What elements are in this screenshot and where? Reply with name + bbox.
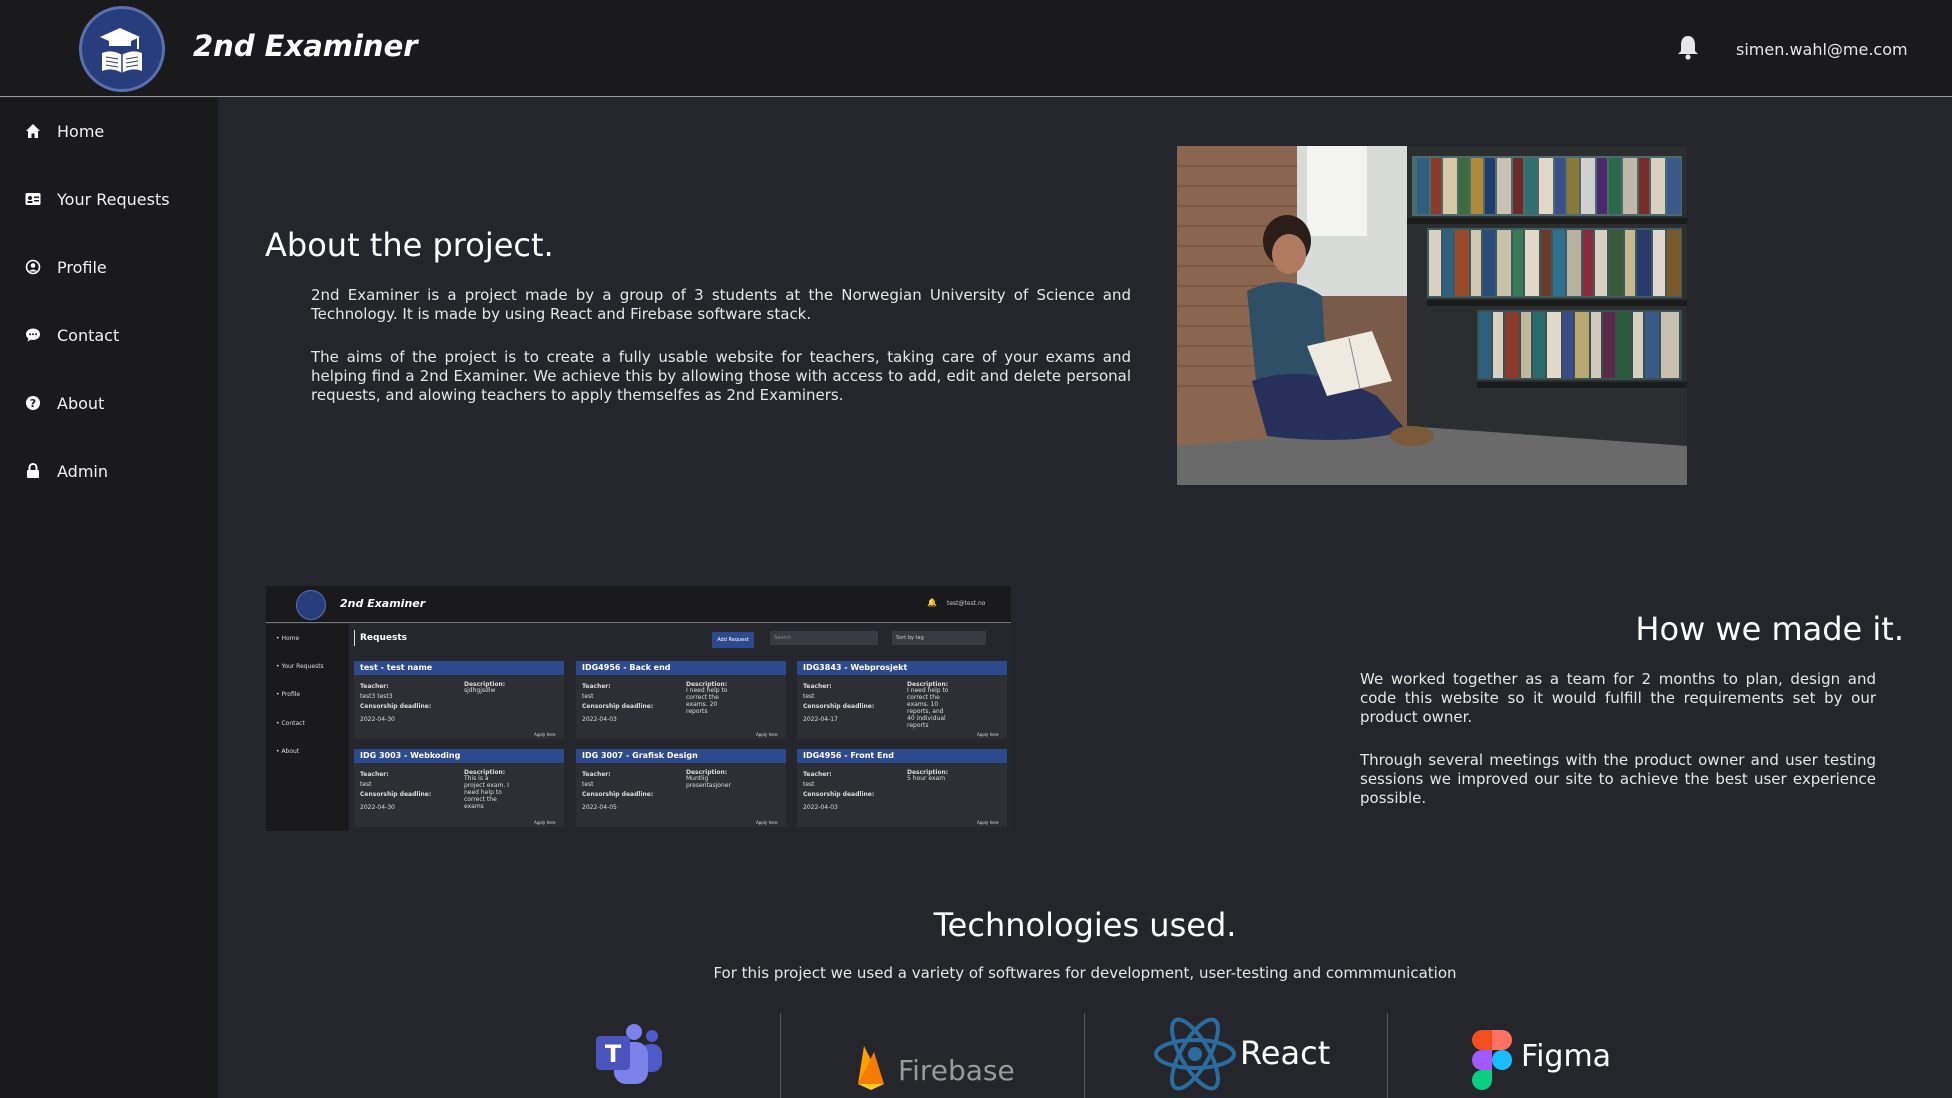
home-icon (25, 123, 41, 139)
app-logo[interactable] (79, 6, 165, 92)
how-paragraph-2: Through several meetings with the produc… (1360, 751, 1876, 807)
mini-search: Search (770, 631, 878, 645)
sidebar-item-home[interactable]: Home (0, 111, 218, 151)
react-wordmark: React (1240, 1034, 1331, 1072)
sidebar: Home Your Requests Profile Contact ? Abo… (0, 98, 218, 1098)
mini-card: IDG3843 - Webprosjekt Teacher: test Cens… (797, 661, 1007, 739)
mini-nav-home: • Home (276, 635, 300, 642)
user-circle-icon (25, 259, 41, 275)
how-heading: How we made it. (1635, 610, 1904, 648)
sidebar-item-label: About (57, 393, 105, 413)
sidebar-item-your-requests[interactable]: Your Requests (0, 179, 218, 219)
chat-icon (25, 327, 41, 343)
about-paragraph-1: 2nd Examiner is a project made by a grou… (311, 286, 1131, 323)
user-email[interactable]: simen.wahl@me.com (1736, 40, 1908, 59)
mini-card: IDG 3003 - Webkoding Teacher: test Censo… (354, 749, 564, 827)
sidebar-item-contact[interactable]: Contact (0, 315, 218, 355)
mini-bell-icon: 🔔 (927, 598, 937, 607)
lock-icon (25, 463, 41, 479)
about-heading: About the project. (265, 226, 554, 264)
svg-text:?: ? (30, 397, 36, 410)
sidebar-item-profile[interactable]: Profile (0, 247, 218, 287)
sidebar-item-label: Your Requests (57, 189, 170, 209)
mini-card: test - test name Teacher: test3 test3 Ce… (354, 661, 564, 739)
firebase-wordmark: Firebase (898, 1054, 1015, 1087)
question-icon: ? (25, 395, 41, 411)
sidebar-item-admin[interactable]: Admin (0, 451, 218, 491)
sidebar-item-label: Admin (57, 461, 108, 481)
how-paragraph-1: We worked together as a team for 2 month… (1360, 670, 1876, 726)
about-paragraph-2: The aims of the project is to create a f… (311, 348, 1131, 404)
mini-nav-about: • About (276, 748, 300, 755)
mini-sort: Sort by tag (892, 631, 986, 645)
top-header: 2nd Examiner simen.wahl@me.com (0, 0, 1952, 97)
mini-add-request: Add Request (712, 632, 754, 648)
tech-divider (1387, 1013, 1388, 1098)
mini-page-title: Requests (360, 633, 408, 643)
tech-divider (1084, 1013, 1085, 1098)
sidebar-item-label: Profile (57, 257, 107, 277)
id-card-icon (25, 191, 41, 207)
mini-card: IDG4956 - Front End Teacher: test Censor… (797, 749, 1007, 827)
firebase-logo: Firebase (856, 1044, 1015, 1094)
bell-icon[interactable] (1676, 34, 1700, 64)
figma-logo: Figma (1472, 1030, 1611, 1094)
mini-card: IDG 3007 - Grafisk Design Teacher: test … (576, 749, 786, 827)
mini-nav-contact: • Contact (276, 720, 305, 727)
mini-app-title: 2nd Examiner (340, 597, 426, 610)
graduation-book-icon (100, 28, 142, 73)
figma-wordmark: Figma (1521, 1039, 1612, 1074)
react-logo: React (1153, 1016, 1330, 1096)
teams-logo: T (594, 1022, 666, 1092)
sidebar-item-about[interactable]: ? About (0, 383, 218, 423)
mini-nav-profile: • Profile (276, 691, 301, 698)
tech-heading: Technologies used. (933, 906, 1237, 944)
svg-text:T: T (605, 1040, 622, 1068)
mini-nav-requests: • Your Requests (276, 663, 324, 670)
app-screenshot: 2nd Examiner 🔔 test@test.no • Home • You… (266, 586, 1011, 831)
tech-divider (780, 1013, 781, 1098)
tech-subtitle: For this project we used a variety of so… (713, 964, 1457, 982)
mini-card: IDG4956 - Back end Teacher: test Censors… (576, 661, 786, 739)
mini-email: test@test.no (947, 600, 986, 607)
mini-logo (296, 590, 326, 620)
sidebar-item-label: Contact (57, 325, 120, 345)
sidebar-item-label: Home (57, 121, 105, 141)
app-title[interactable]: 2nd Examiner (193, 29, 418, 63)
library-photo (1177, 146, 1687, 485)
